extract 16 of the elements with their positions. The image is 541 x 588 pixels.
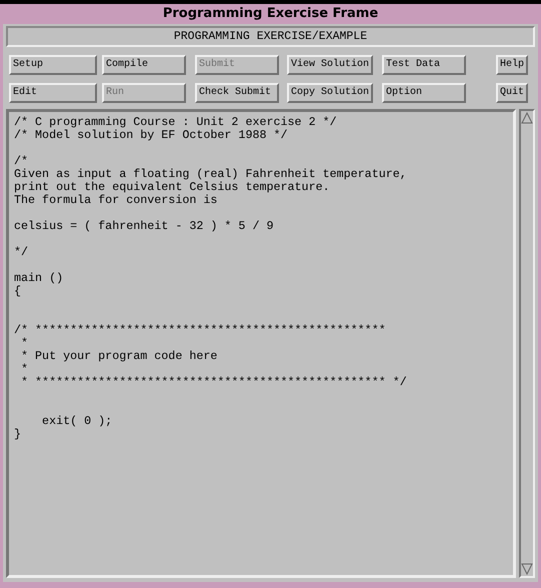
toolbar-button[interactable]: Test Data — [382, 55, 466, 75]
toolbar-button[interactable]: Copy Solution — [287, 83, 373, 103]
scroll-up-icon[interactable] — [521, 111, 533, 125]
toolbar-button[interactable]: Help — [496, 55, 528, 75]
toolbar-button[interactable]: Edit — [9, 83, 97, 103]
toolbar-button[interactable]: View Solution — [287, 55, 373, 75]
code-editor[interactable]: /* C programming Course : Unit 2 exercise 2 */ /* Model solution by EF October 1988 */ /* Given as input a floating (real) Fahrenheit temperature, print out the equivalent Celsius temperature. The formula for conversion is celsius = ( fahrenheit - 32 ) * 5 / 9 */ main () { /* ************************************************** * * Put your program code here * * ************************************************** */ exit( 0 ); } — [6, 109, 516, 578]
toolbar-button[interactable]: Compile — [102, 55, 186, 75]
scrollbar[interactable] — [519, 109, 535, 578]
header-label: PROGRAMMING EXERCISE/EXAMPLE — [6, 26, 535, 47]
toolbar-button[interactable]: Setup — [9, 55, 97, 75]
window-title: Programming Exercise Frame — [162, 5, 380, 23]
toolbar-button[interactable]: Check Submit — [195, 83, 279, 103]
toolbar-button[interactable]: Option — [382, 83, 466, 103]
scroll-down-icon[interactable] — [521, 562, 533, 576]
toolbar-button[interactable]: Quit — [496, 83, 528, 103]
